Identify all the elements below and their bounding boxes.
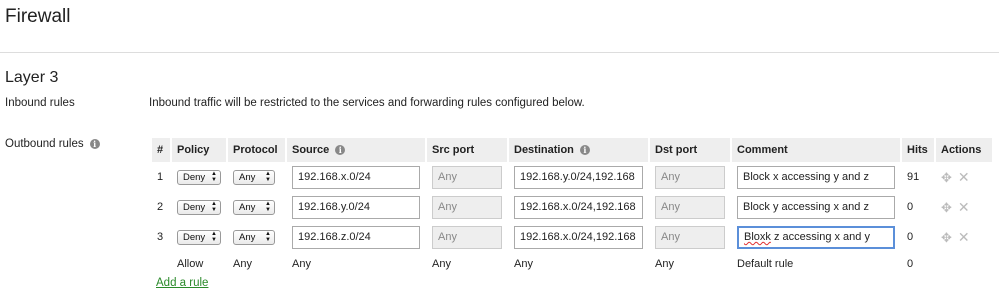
src-port-input: Any	[432, 225, 502, 249]
comment-rest: z accessing x and y	[770, 231, 870, 243]
table-row: 3 Deny ▲ ▼ Any ▲ ▼ 192.168.z.0/24 Any 192.16…	[152, 222, 992, 252]
hits-value: 0	[907, 201, 914, 213]
rule-number: 2	[157, 201, 164, 213]
up-down-arrows-icon: ▲ ▼	[211, 171, 217, 183]
page-title: Firewall	[5, 6, 71, 27]
source-input[interactable]: 192.168.y.0/24	[292, 195, 420, 219]
source-input[interactable]: 192.168.x.0/24	[292, 165, 420, 189]
src-port-input: Any	[432, 195, 502, 219]
source-input[interactable]: 192.168.z.0/24	[292, 225, 420, 249]
column-header-dst-port: Dst port	[650, 138, 730, 162]
up-down-arrows-icon: ▲ ▼	[265, 231, 271, 243]
comment-input[interactable]: Bloxk z accessing x and y	[737, 225, 895, 249]
header-divider	[0, 52, 999, 53]
destination-input[interactable]: 192.168.y.0/24,192.168	[514, 165, 643, 189]
destination-header-label: Destination	[514, 144, 574, 156]
column-header-actions: Actions	[936, 138, 992, 162]
protocol-select-value: Any	[239, 231, 256, 243]
up-down-arrows-icon: ▲ ▼	[211, 231, 217, 243]
default-protocol: Any	[233, 258, 252, 270]
destination-input[interactable]: 192.168.x.0/24,192.168	[514, 225, 643, 249]
table-row: 2 Deny ▲ ▼ Any ▲ ▼ 192.168.y.0/24 Any 192.16…	[152, 192, 992, 222]
dst-port-input: Any	[655, 225, 725, 249]
default-rule-row: Allow Any Any Any Any Any Default rule 0	[152, 252, 992, 276]
hits-value: 91	[907, 171, 920, 183]
policy-select-value: Deny	[183, 201, 206, 213]
policy-select[interactable]: Deny ▲ ▼	[177, 169, 221, 185]
src-port-input: Any	[432, 165, 502, 189]
source-info-icon[interactable]: i	[335, 145, 346, 155]
up-down-arrows-icon: ▲ ▼	[265, 171, 271, 183]
column-header-hits: Hits	[902, 138, 934, 162]
hits-value: 0	[907, 231, 914, 243]
destination-info-icon[interactable]: i	[579, 145, 590, 155]
outbound-rules-label: Outbound rules	[5, 138, 84, 150]
inbound-rules-label: Inbound rules	[5, 97, 75, 109]
table-header-row: # Policy Protocol Source i Src port Desti…	[152, 138, 992, 162]
default-source: Any	[292, 258, 311, 270]
rule-number: 3	[157, 231, 164, 243]
table-row: 1 Deny ▲ ▼ Any ▲ ▼ 192.168.x.0/24 Any 192.16…	[152, 162, 992, 192]
protocol-select-value: Any	[239, 201, 256, 213]
policy-select-value: Deny	[183, 171, 206, 183]
rule-number: 1	[157, 171, 164, 183]
default-actions	[936, 252, 992, 276]
column-header-source: Source i	[287, 138, 425, 162]
section-title: Layer 3	[5, 69, 59, 86]
column-header-policy: Policy	[172, 138, 226, 162]
up-down-arrows-icon: ▲ ▼	[265, 201, 271, 213]
close-icon[interactable]: ✕	[958, 229, 970, 246]
column-header-src-port: Src port	[427, 138, 507, 162]
up-down-arrows-icon: ▲ ▼	[211, 201, 217, 213]
column-header-comment: Comment	[732, 138, 900, 162]
default-hits: 0	[907, 258, 914, 270]
add-rule-link[interactable]: Add a rule	[156, 277, 208, 289]
dst-port-input: Any	[655, 195, 725, 219]
policy-select-value: Deny	[183, 231, 206, 243]
comment-input[interactable]: Block x accessing y and z	[737, 165, 895, 189]
comment-input[interactable]: Block y accessing x and z	[737, 195, 895, 219]
protocol-select[interactable]: Any ▲ ▼	[233, 169, 275, 185]
move-icon[interactable]: ✥	[941, 200, 952, 216]
outbound-rules-heading: Outbound rules i	[5, 138, 100, 150]
rule-number	[152, 252, 170, 276]
destination-input[interactable]: 192.168.x.0/24,192.168	[514, 195, 643, 219]
move-icon[interactable]: ✥	[941, 170, 952, 186]
policy-select[interactable]: Deny ▲ ▼	[177, 199, 221, 215]
move-icon[interactable]: ✥	[941, 230, 952, 246]
column-header-protocol: Protocol	[228, 138, 285, 162]
column-header-destination: Destination i	[509, 138, 648, 162]
default-src-port: Any	[432, 258, 451, 270]
protocol-select[interactable]: Any ▲ ▼	[233, 199, 275, 215]
protocol-select[interactable]: Any ▲ ▼	[233, 229, 275, 245]
policy-select[interactable]: Deny ▲ ▼	[177, 229, 221, 245]
default-comment: Default rule	[737, 258, 794, 270]
source-header-label: Source	[292, 144, 330, 156]
outbound-info-icon[interactable]: i	[89, 139, 100, 149]
close-icon[interactable]: ✕	[958, 199, 970, 216]
dst-port-input: Any	[655, 165, 725, 189]
default-dst-port: Any	[655, 258, 674, 270]
outbound-rules-table: # Policy Protocol Source i Src port Desti…	[150, 138, 994, 276]
close-icon[interactable]: ✕	[958, 169, 970, 186]
protocol-select-value: Any	[239, 171, 256, 183]
default-policy: Allow	[177, 258, 204, 270]
default-destination: Any	[514, 258, 533, 270]
column-header-num: #	[152, 138, 170, 162]
inbound-rules-description: Inbound traffic will be restricted to th…	[149, 97, 585, 109]
misspelled-word: Bloxk	[744, 231, 771, 243]
